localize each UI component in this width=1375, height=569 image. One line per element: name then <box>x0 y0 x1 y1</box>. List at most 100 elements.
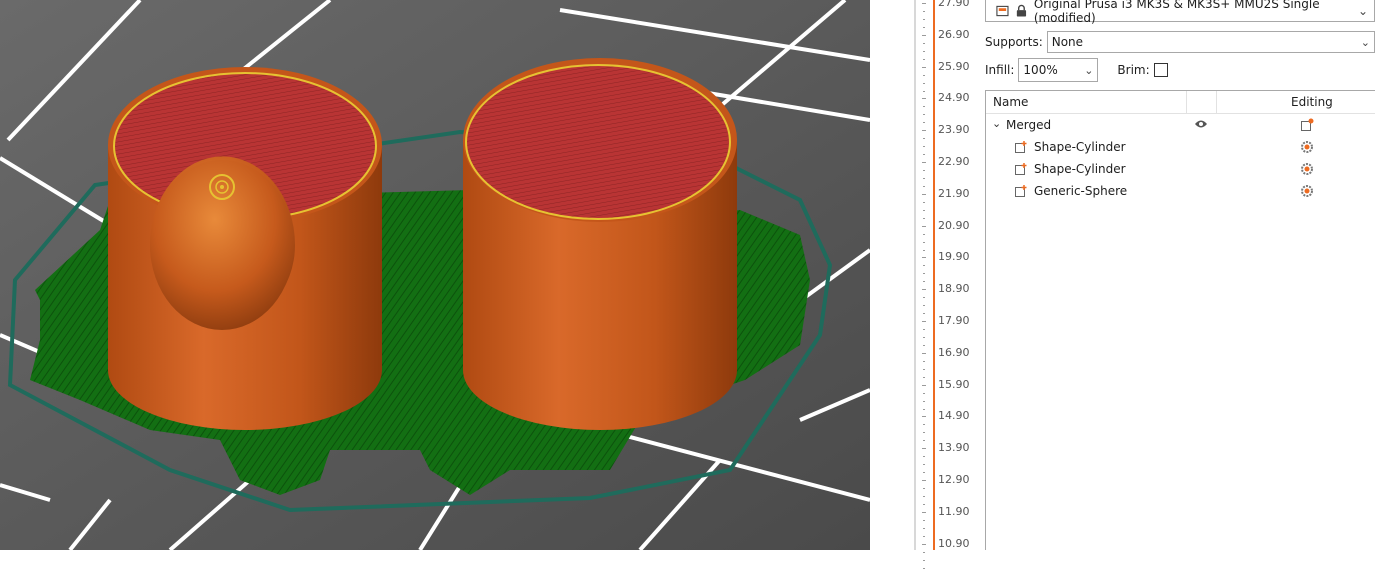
brim-checkbox[interactable] <box>1153 63 1168 77</box>
chevron-down-icon: ⌄ <box>1360 35 1370 49</box>
slider-minor-tick <box>923 527 925 529</box>
slider-minor-tick <box>923 241 925 243</box>
infill-select[interactable]: 100% ⌄ <box>1018 58 1099 82</box>
layer-height-label: 26.90 <box>938 27 970 41</box>
slider-tick <box>922 98 926 100</box>
slider-minor-tick <box>923 106 925 108</box>
object-list: Name Editing ⌄ Merged Shape-Cylinder Shap… <box>985 90 1375 550</box>
slider-minor-tick <box>923 138 925 140</box>
slider-minor-tick <box>923 114 925 116</box>
right-cylinder <box>463 58 737 430</box>
slider-tick <box>922 257 926 259</box>
layer-height-label: 10.90 <box>938 536 970 550</box>
slider-minor-tick <box>923 82 925 84</box>
tree-group-merged[interactable]: ⌄ Merged <box>986 114 1375 136</box>
slider-tick <box>922 321 926 322</box>
3d-viewport[interactable] <box>0 0 870 550</box>
editing-column-header[interactable]: Editing <box>1291 95 1333 109</box>
slider-minor-tick <box>923 90 925 92</box>
tree-item[interactable]: Shape-Cylinder <box>986 158 1375 180</box>
slider-minor-tick <box>923 265 925 267</box>
slider-minor-tick <box>923 42 925 44</box>
slider-minor-tick <box>923 186 925 187</box>
slider-minor-tick <box>923 217 925 219</box>
part-label: Generic-Sphere <box>1034 184 1128 198</box>
slider-minor-tick <box>923 154 925 156</box>
slider-thumb-line[interactable] <box>933 0 935 550</box>
slider-minor-tick <box>923 376 925 378</box>
gear-icon[interactable] <box>1300 140 1314 154</box>
slider-tick <box>922 352 926 354</box>
slider-minor-tick <box>923 201 925 203</box>
infill-value: 100% <box>1023 63 1058 77</box>
name-column-header[interactable]: Name <box>993 95 1028 109</box>
part-label: Shape-Cylinder <box>1034 162 1126 176</box>
supports-row: Supports: None ⌄ <box>985 31 1375 53</box>
layer-height-label: 11.90 <box>938 504 970 518</box>
slider-minor-tick <box>923 58 925 60</box>
edit-object-icon[interactable] <box>1300 118 1314 132</box>
eye-icon[interactable] <box>1194 119 1208 129</box>
tree-item[interactable]: Generic-Sphere <box>986 180 1375 202</box>
slider-minor-tick <box>923 408 925 410</box>
slider-tick <box>922 130 926 132</box>
slider-tick <box>922 384 926 386</box>
slider-minor-tick <box>923 313 925 315</box>
slider-minor-tick <box>923 567 925 569</box>
slider-minor-tick <box>923 209 925 211</box>
slider-minor-tick <box>923 368 925 370</box>
slider-minor-tick <box>923 424 925 426</box>
slider-minor-tick <box>923 146 925 148</box>
slider-tick <box>922 543 926 545</box>
brim-label: Brim: <box>1117 63 1150 77</box>
supports-select[interactable]: None ⌄ <box>1046 31 1375 53</box>
slider-minor-tick <box>923 360 925 362</box>
layer-height-label: 22.90 <box>938 155 970 168</box>
slider-track <box>914 0 916 550</box>
slider-minor-tick <box>923 329 925 330</box>
slider-minor-tick <box>923 504 925 505</box>
slider-minor-tick <box>923 273 925 275</box>
tree-item[interactable]: Shape-Cylinder <box>986 136 1375 158</box>
lock-icon <box>1016 4 1026 17</box>
layer-height-label: 18.90 <box>938 282 970 296</box>
slider-minor-tick <box>923 281 925 283</box>
slider-tick <box>922 3 926 4</box>
printer-selector[interactable]: Original Prusa i3 MK3S & MK3S+ MMU2S Sin… <box>985 0 1375 25</box>
object-settings-panel: Original Prusa i3 MK3S & MK3S+ MMU2S Sin… <box>985 0 1375 550</box>
layer-height-label: 25.90 <box>938 59 970 73</box>
layer-height-label: 19.90 <box>938 250 970 264</box>
chevron-down-icon[interactable]: ⌄ <box>1358 4 1368 18</box>
layer-height-label: 17.90 <box>938 314 970 327</box>
slider-minor-tick <box>923 464 925 466</box>
part-icon <box>1015 185 1027 197</box>
slider-tick <box>922 162 926 163</box>
gear-icon[interactable] <box>1300 184 1314 198</box>
group-label: Merged <box>1006 118 1052 132</box>
slider-tick <box>922 448 926 450</box>
slider-minor-tick <box>923 11 925 12</box>
slider-tick <box>922 416 926 418</box>
chevron-down-icon[interactable]: ⌄ <box>992 117 1001 130</box>
slider-minor-tick <box>923 305 925 307</box>
layer-height-label: 24.90 <box>938 91 970 105</box>
layer-slider[interactable]: 27.90 26.90 25.90 24.90 23.90 22.90 21.90 20.90… <box>910 0 985 569</box>
layer-height-label: 12.90 <box>938 473 970 486</box>
slider-minor-tick <box>923 559 925 561</box>
slider-minor-tick <box>923 519 925 521</box>
generic-sphere <box>150 156 295 330</box>
slider-tick <box>922 34 926 36</box>
sliced-preview-scene[interactable] <box>0 0 870 550</box>
object-list-header: Name Editing <box>986 91 1375 114</box>
slider-minor-tick <box>923 122 925 124</box>
slider-minor-tick <box>923 488 925 489</box>
infill-brim-row: Infill: 100% ⌄ Brim: <box>985 58 1375 82</box>
slider-minor-tick <box>923 392 925 394</box>
chevron-down-icon: ⌄ <box>1084 63 1094 77</box>
slider-tick <box>922 511 926 513</box>
gear-icon[interactable] <box>1300 162 1314 176</box>
slider-minor-tick <box>923 50 925 52</box>
supports-value: None <box>1051 35 1084 49</box>
supports-label: Supports: <box>985 35 1043 49</box>
slider-tick <box>922 66 926 68</box>
